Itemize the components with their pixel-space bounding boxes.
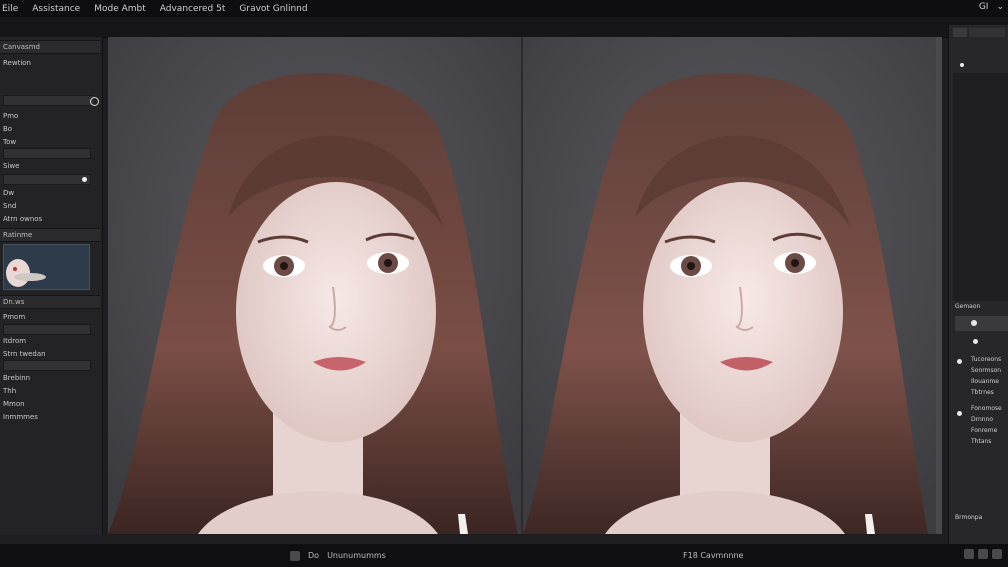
panel-row: Rewtion	[3, 59, 31, 67]
canvas-viewport[interactable]	[108, 37, 942, 534]
panel-row: Inmmmes	[3, 413, 38, 421]
toggle-dot-icon[interactable]	[82, 177, 87, 182]
right-panel: Gemaon Tucoreons Sonrmson Ilouanme Tbtrn…	[948, 25, 1008, 545]
panel-tab[interactable]	[969, 28, 1005, 37]
panel-row: Thtans	[971, 438, 992, 445]
camera-icon[interactable]	[290, 551, 300, 561]
radio-icon[interactable]	[957, 411, 962, 416]
menu-assistance[interactable]: Assistance	[32, 4, 80, 14]
toolbar	[0, 17, 1008, 38]
radio-icon[interactable]	[957, 359, 962, 364]
refresh-icon[interactable]	[90, 97, 99, 106]
panel-area	[953, 73, 1008, 301]
window-controls: GI ⌄	[979, 2, 1004, 12]
thumbnail-image	[4, 245, 89, 289]
canvas-pane-left[interactable]	[108, 37, 521, 534]
panel-row: Fonomose	[971, 405, 1002, 412]
workspace-label[interactable]: GI	[979, 2, 989, 12]
panel-row: Drnnno	[971, 416, 994, 423]
status-label: Ununumumms	[327, 551, 386, 560]
menu-file[interactable]: Eile	[2, 4, 18, 14]
panel-header[interactable]: Canvasmd	[0, 40, 100, 54]
canvas-pane-right[interactable]	[523, 37, 936, 534]
status-bar: Do Ununumumms F18 Cavmnnne	[0, 544, 1008, 567]
radio-icon[interactable]	[971, 320, 977, 326]
panel-row: Tbtrnes	[971, 389, 994, 396]
panel-row: Siwe	[3, 162, 20, 170]
panel-row: Mmon	[3, 400, 25, 408]
status-right	[964, 549, 1002, 559]
panel-row: Thh	[3, 387, 17, 395]
panel-row: Sonrmson	[971, 367, 1002, 374]
expand-icon[interactable]	[992, 549, 1002, 559]
panel-row: Tucoreons	[971, 356, 1002, 363]
panel-row: Itdrom	[3, 337, 27, 345]
panel-tab[interactable]	[953, 28, 967, 37]
portrait-image-right	[523, 37, 936, 534]
status-prefix: Do	[308, 551, 320, 560]
panel-row: Snd	[3, 202, 17, 210]
radio-icon[interactable]	[960, 63, 964, 67]
panel-row: Bo	[3, 125, 13, 133]
menu-advanced[interactable]: Advancered 5t	[160, 4, 226, 14]
input-field[interactable]	[3, 360, 91, 371]
menu-gravot[interactable]: Gravot Gnlinnd	[239, 4, 307, 14]
panel-row: Pmo	[3, 112, 19, 120]
left-panel: Canvasmd Rewtion Pmo Bo Tow Siwe Dw Snd …	[0, 37, 103, 535]
panel-row: Brmonpa	[955, 514, 983, 521]
panel-row: Dw	[3, 189, 15, 197]
panel-row: Pmom	[3, 313, 26, 321]
panel-row: Gemaon	[955, 303, 981, 310]
panel-header[interactable]: Ratinme	[0, 228, 100, 242]
input-field[interactable]	[3, 148, 91, 159]
radio-icon[interactable]	[973, 339, 978, 344]
preview-thumbnail[interactable]	[3, 244, 90, 290]
input-field[interactable]	[3, 324, 91, 335]
input-field[interactable]	[3, 174, 91, 185]
panel-row: Fonreme	[971, 427, 998, 434]
status-middle: F18 Cavmnnne	[683, 551, 744, 560]
menu-mode[interactable]: Mode Ambt	[94, 4, 146, 14]
panel-row: Ilouanme	[971, 378, 999, 385]
panel-header[interactable]: Dn.ws	[0, 295, 100, 309]
layout-icon[interactable]	[978, 549, 988, 559]
status-left: Do Ununumumms	[290, 551, 386, 561]
input-field[interactable]	[3, 95, 95, 106]
menu-bar: Eile Assistance Mode Ambt Advancered 5t …	[0, 0, 1008, 17]
portrait-image-left	[108, 37, 521, 534]
settings-icon[interactable]	[964, 549, 974, 559]
chevron-down-icon[interactable]: ⌄	[996, 2, 1004, 12]
panel-row: Brebinn	[3, 374, 31, 382]
panel-row: Atrn ownos	[3, 215, 43, 223]
input-field[interactable]	[955, 316, 1008, 331]
